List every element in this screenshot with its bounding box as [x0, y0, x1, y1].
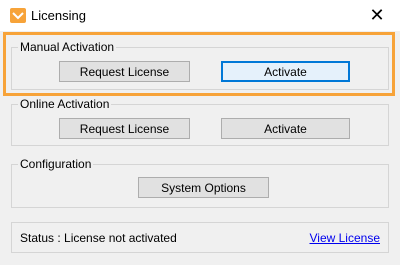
online-activation-label: Online Activation [18, 97, 112, 111]
status-text: Status : License not activated [20, 231, 177, 245]
system-options-button[interactable]: System Options [138, 177, 269, 198]
close-button[interactable]: ✕ [354, 0, 400, 31]
window-title: Licensing [31, 8, 86, 23]
manual-activation-label: Manual Activation [18, 40, 117, 54]
close-icon: ✕ [369, 5, 385, 25]
online-request-license-button[interactable]: Request License [59, 118, 190, 139]
view-license-link[interactable]: View License [310, 231, 381, 245]
online-activate-button[interactable]: Activate [221, 118, 350, 139]
title-bar: Licensing ✕ [0, 0, 400, 31]
manual-request-license-button[interactable]: Request License [59, 61, 190, 82]
licensing-window: Licensing ✕ Manual Activation Request Li… [0, 0, 400, 265]
configuration-label: Configuration [18, 157, 94, 171]
app-icon [10, 8, 26, 23]
manual-activate-button[interactable]: Activate [221, 61, 350, 82]
